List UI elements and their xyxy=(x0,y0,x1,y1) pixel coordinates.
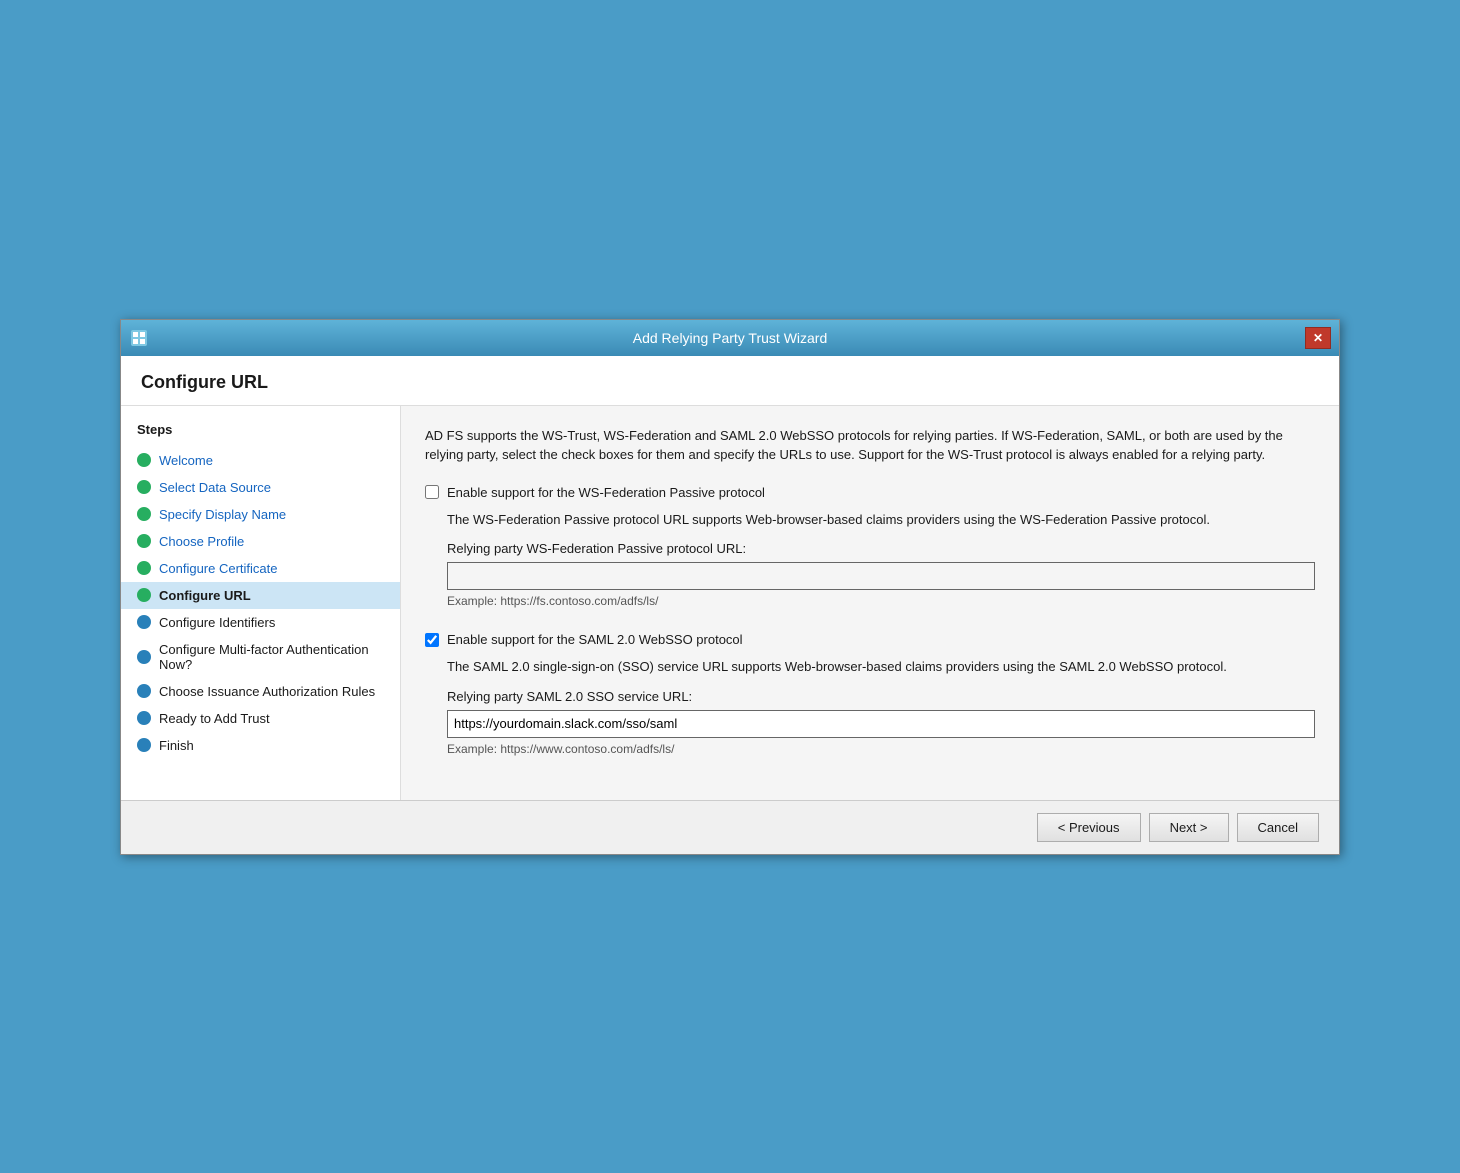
saml-checkbox-row: Enable support for the SAML 2.0 WebSSO p… xyxy=(425,632,1315,647)
saml-example: Example: https://www.contoso.com/adfs/ls… xyxy=(447,742,1315,756)
sidebar-item-configure-multifactor[interactable]: Configure Multi-factor Authentication No… xyxy=(121,636,400,678)
sidebar-item-label-configure-multifactor: Configure Multi-factor Authentication No… xyxy=(159,642,384,672)
sidebar-item-finish[interactable]: Finish xyxy=(121,732,400,759)
next-button[interactable]: Next > xyxy=(1149,813,1229,842)
wizard-window: Add Relying Party Trust Wizard ✕ Configu… xyxy=(120,319,1340,855)
sidebar-item-label-finish: Finish xyxy=(159,738,194,753)
sidebar: Steps Welcome Select Data Source Specify… xyxy=(121,406,401,800)
sidebar-item-label-specify-display-name: Specify Display Name xyxy=(159,507,286,522)
sidebar-item-label-configure-url: Configure URL xyxy=(159,588,251,603)
step-dot-configure-certificate xyxy=(137,561,151,575)
ws-federation-section: Enable support for the WS-Federation Pas… xyxy=(425,485,1315,609)
step-dot-choose-profile xyxy=(137,534,151,548)
ws-federation-description: The WS-Federation Passive protocol URL s… xyxy=(447,510,1315,530)
step-dot-choose-issuance xyxy=(137,684,151,698)
sidebar-item-choose-profile[interactable]: Choose Profile xyxy=(121,528,400,555)
steps-label: Steps xyxy=(121,422,400,447)
saml-checkbox-label[interactable]: Enable support for the SAML 2.0 WebSSO p… xyxy=(447,632,743,647)
saml-description: The SAML 2.0 single-sign-on (SSO) servic… xyxy=(447,657,1315,677)
saml-field-label: Relying party SAML 2.0 SSO service URL: xyxy=(447,689,1315,704)
ws-federation-checkbox[interactable] xyxy=(425,485,439,499)
description-text: AD FS supports the WS-Trust, WS-Federati… xyxy=(425,426,1315,465)
title-bar-left xyxy=(129,328,149,348)
sidebar-item-label-choose-profile: Choose Profile xyxy=(159,534,244,549)
sidebar-item-select-data-source[interactable]: Select Data Source xyxy=(121,474,400,501)
close-button[interactable]: ✕ xyxy=(1305,327,1331,349)
saml-url-input[interactable] xyxy=(447,710,1315,738)
step-dot-configure-url xyxy=(137,588,151,602)
sidebar-item-label-ready-to-add: Ready to Add Trust xyxy=(159,711,270,726)
sidebar-item-configure-identifiers[interactable]: Configure Identifiers xyxy=(121,609,400,636)
window-title: Add Relying Party Trust Wizard xyxy=(633,330,828,346)
sidebar-item-label-configure-certificate: Configure Certificate xyxy=(159,561,278,576)
step-dot-specify-display-name xyxy=(137,507,151,521)
footer: < Previous Next > Cancel xyxy=(121,800,1339,854)
sidebar-item-label-choose-issuance: Choose Issuance Authorization Rules xyxy=(159,684,375,699)
sidebar-item-ready-to-add[interactable]: Ready to Add Trust xyxy=(121,705,400,732)
sidebar-item-label-welcome: Welcome xyxy=(159,453,213,468)
sidebar-item-choose-issuance[interactable]: Choose Issuance Authorization Rules xyxy=(121,678,400,705)
main-layout: Steps Welcome Select Data Source Specify… xyxy=(121,406,1339,800)
sidebar-item-configure-certificate[interactable]: Configure Certificate xyxy=(121,555,400,582)
step-dot-configure-identifiers xyxy=(137,615,151,629)
ws-federation-example: Example: https://fs.contoso.com/adfs/ls/ xyxy=(447,594,1315,608)
sidebar-item-welcome[interactable]: Welcome xyxy=(121,447,400,474)
step-dot-select-data-source xyxy=(137,480,151,494)
content-area: Configure URL Steps Welcome Select Data … xyxy=(121,356,1339,854)
app-icon xyxy=(129,328,149,348)
step-dot-ready-to-add xyxy=(137,711,151,725)
sidebar-item-label-select-data-source: Select Data Source xyxy=(159,480,271,495)
sidebar-item-specify-display-name[interactable]: Specify Display Name xyxy=(121,501,400,528)
previous-button[interactable]: < Previous xyxy=(1037,813,1141,842)
main-content: AD FS supports the WS-Trust, WS-Federati… xyxy=(401,406,1339,800)
step-dot-welcome xyxy=(137,453,151,467)
sidebar-item-configure-url[interactable]: Configure URL xyxy=(121,582,400,609)
saml-checkbox[interactable] xyxy=(425,633,439,647)
step-dot-finish xyxy=(137,738,151,752)
saml-section: Enable support for the SAML 2.0 WebSSO p… xyxy=(425,632,1315,756)
ws-federation-checkbox-label[interactable]: Enable support for the WS-Federation Pas… xyxy=(447,485,765,500)
page-title: Configure URL xyxy=(121,356,1339,406)
ws-federation-field-label: Relying party WS-Federation Passive prot… xyxy=(447,541,1315,556)
ws-federation-url-input[interactable] xyxy=(447,562,1315,590)
step-dot-configure-multifactor xyxy=(137,650,151,664)
title-bar: Add Relying Party Trust Wizard ✕ xyxy=(121,320,1339,356)
cancel-button[interactable]: Cancel xyxy=(1237,813,1319,842)
sidebar-item-label-configure-identifiers: Configure Identifiers xyxy=(159,615,275,630)
ws-federation-checkbox-row: Enable support for the WS-Federation Pas… xyxy=(425,485,1315,500)
